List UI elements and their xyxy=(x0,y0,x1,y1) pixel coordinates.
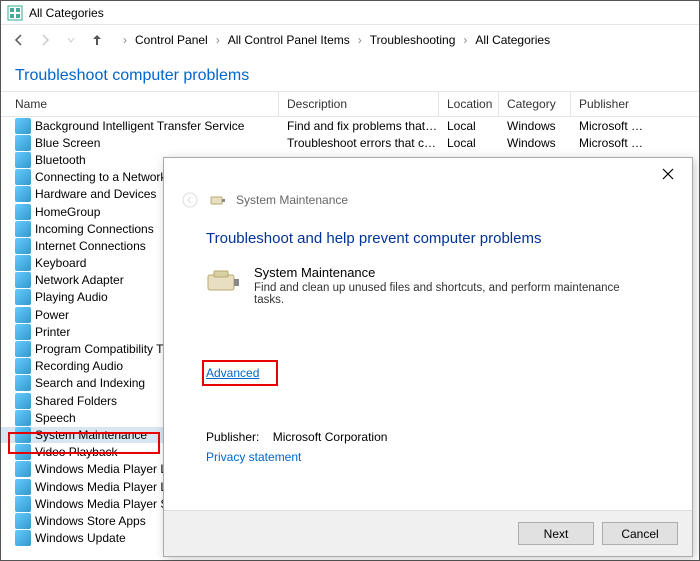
item-publisher: Microsoft … xyxy=(571,119,699,133)
dialog-item-desc: Find and clean up unused files and short… xyxy=(254,282,650,306)
item-icon xyxy=(15,307,31,323)
close-button[interactable] xyxy=(650,160,686,188)
troubleshooter-dialog: System Maintenance Troubleshoot and help… xyxy=(163,157,693,557)
back-button[interactable] xyxy=(7,28,31,52)
col-publisher[interactable]: Publisher xyxy=(571,92,699,116)
item-name: Network Adapter xyxy=(35,273,124,287)
item-icon xyxy=(15,479,31,495)
item-desc: Troubleshoot errors that cause Wi… xyxy=(279,136,439,150)
col-description[interactable]: Description xyxy=(279,92,439,116)
item-icon xyxy=(15,118,31,134)
item-name: Shared Folders xyxy=(35,394,117,408)
item-category: Windows xyxy=(499,136,571,150)
chevron-right-icon: › xyxy=(463,33,467,47)
item-icon xyxy=(15,444,31,460)
item-name: Incoming Connections xyxy=(35,222,154,236)
item-name: HomeGroup xyxy=(35,205,100,219)
item-publisher: Microsoft … xyxy=(571,136,699,150)
item-location: Local xyxy=(439,119,499,133)
item-icon xyxy=(15,461,31,477)
cancel-button[interactable]: Cancel xyxy=(602,522,678,545)
item-icon xyxy=(15,152,31,168)
dialog-heading: Troubleshoot and help prevent computer p… xyxy=(206,230,650,247)
item-category: Windows xyxy=(499,119,571,133)
chevron-right-icon: › xyxy=(216,33,220,47)
crumb-3[interactable]: All Categories xyxy=(471,31,554,49)
item-name: Recording Audio xyxy=(35,359,123,373)
page-title: Troubleshoot computer problems xyxy=(1,55,699,91)
toolbox-icon xyxy=(206,265,240,295)
item-icon xyxy=(15,393,31,409)
col-location[interactable]: Location xyxy=(439,92,499,116)
wrench-icon xyxy=(210,192,226,208)
dialog-breadcrumb: System Maintenance xyxy=(236,193,348,207)
list-item[interactable]: Background Intelligent Transfer Service F… xyxy=(1,117,699,134)
item-icon xyxy=(15,530,31,546)
item-location: Local xyxy=(439,136,499,150)
item-name: Bluetooth xyxy=(35,153,86,167)
item-icon xyxy=(15,135,31,151)
chevron-right-icon: › xyxy=(358,33,362,47)
item-name: Search and Indexing xyxy=(35,376,145,390)
chevron-right-icon: › xyxy=(123,33,127,47)
item-name: Background Intelligent Transfer Service xyxy=(35,119,244,133)
item-icon xyxy=(15,169,31,185)
item-desc: Find and fix problems that may p… xyxy=(279,119,439,133)
publisher-line: Publisher: Microsoft Corporation xyxy=(206,430,650,444)
window-title: All Categories xyxy=(29,6,104,20)
item-name: Printer xyxy=(35,325,70,339)
item-icon xyxy=(15,513,31,529)
item-name: Blue Screen xyxy=(35,136,100,150)
item-icon xyxy=(15,375,31,391)
item-name: Speech xyxy=(35,411,76,425)
item-icon xyxy=(15,410,31,426)
advanced-link[interactable]: Advanced xyxy=(206,366,259,380)
item-icon xyxy=(15,255,31,271)
privacy-link[interactable]: Privacy statement xyxy=(206,450,301,464)
list-item[interactable]: Blue Screen Troubleshoot errors that caus… xyxy=(1,134,699,151)
dialog-back-button[interactable] xyxy=(180,190,200,210)
crumb-1[interactable]: All Control Panel Items xyxy=(224,31,354,49)
item-name: Power xyxy=(35,308,69,322)
column-headers: Name Description Location Category Publi… xyxy=(1,91,699,117)
item-name: Connecting to a Network xyxy=(35,170,166,184)
item-name: Playing Audio xyxy=(35,290,108,304)
item-icon xyxy=(15,289,31,305)
forward-button[interactable] xyxy=(33,28,57,52)
crumb-2[interactable]: Troubleshooting xyxy=(366,31,460,49)
publisher-value: Microsoft Corporation xyxy=(273,430,388,444)
item-icon xyxy=(15,221,31,237)
col-category[interactable]: Category xyxy=(499,92,571,116)
item-icon xyxy=(15,204,31,220)
dialog-item-title: System Maintenance xyxy=(254,265,650,280)
recent-dd[interactable] xyxy=(59,28,83,52)
crumb-0[interactable]: Control Panel xyxy=(131,31,212,49)
item-name: Keyboard xyxy=(35,256,86,270)
nav-toolbar: › Control Panel › All Control Panel Item… xyxy=(1,25,699,55)
item-name: Hardware and Devices xyxy=(35,187,156,201)
item-name: Internet Connections xyxy=(35,239,146,253)
up-button[interactable] xyxy=(85,28,109,52)
next-button[interactable]: Next xyxy=(518,522,594,545)
col-name[interactable]: Name xyxy=(1,92,279,116)
item-name: System Maintenance xyxy=(35,428,147,442)
item-icon xyxy=(15,341,31,357)
window-titlebar: All Categories xyxy=(1,1,699,25)
item-icon xyxy=(15,272,31,288)
item-name: Video Playback xyxy=(35,445,118,459)
item-icon xyxy=(15,324,31,340)
publisher-label: Publisher: xyxy=(206,430,259,444)
item-icon xyxy=(15,427,31,443)
item-icon xyxy=(15,358,31,374)
item-icon xyxy=(15,496,31,512)
item-name: Windows Update xyxy=(35,531,126,545)
window-icon xyxy=(7,5,23,21)
item-icon xyxy=(15,186,31,202)
item-icon xyxy=(15,238,31,254)
item-name: Windows Store Apps xyxy=(35,514,146,528)
